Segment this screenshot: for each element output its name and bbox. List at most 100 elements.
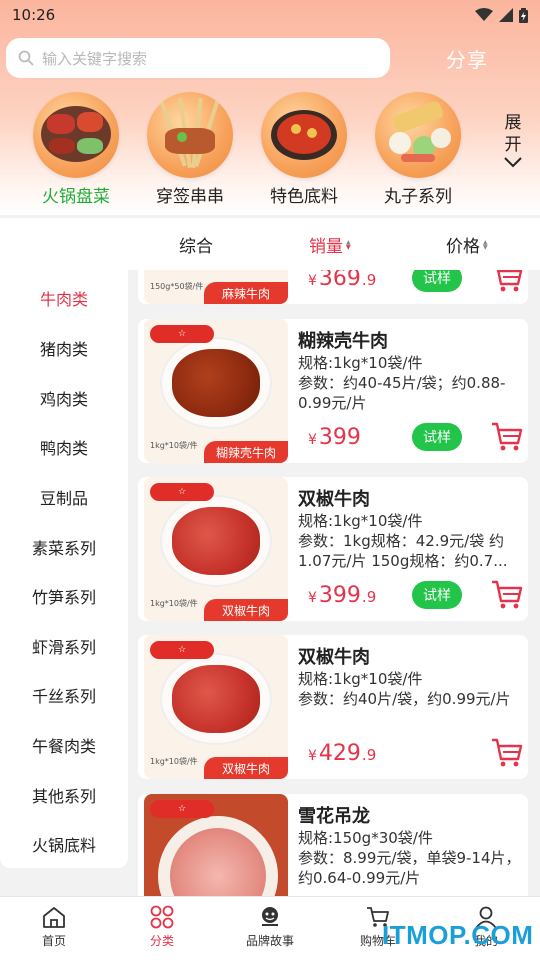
hotpot-dish-image (33, 92, 119, 178)
product-info: 双椒牛肉 规格:1kg*10袋/件 参数：1kg规格：42.9元/袋 约1.07… (298, 485, 524, 571)
category-balls[interactable]: 丸子系列 (368, 92, 468, 207)
product-info: 糊辣壳牛肉 规格:1kg*10袋/件 参数：约40-45片/袋；约0.88-0.… (298, 327, 524, 413)
trial-button[interactable]: 试样 (412, 581, 462, 609)
sidebar-item-luncheon[interactable]: 午餐肉类 (0, 733, 128, 757)
price-integer: 369 (318, 270, 361, 291)
product-image: ☆ (144, 794, 288, 896)
product-price: ¥ 399 .9 (308, 583, 376, 608)
search-input[interactable]: 输入关键字搜索 (6, 38, 390, 78)
product-price: ¥ 429 .9 (308, 741, 376, 766)
currency-symbol: ¥ (308, 748, 317, 764)
product-spec: 规格:1kg*10袋/件 (298, 670, 423, 688)
balls-image (375, 92, 461, 178)
product-image: ☆ 1kg*10袋/件 双椒牛肉 (144, 635, 288, 779)
product-spec: 规格:1kg*10袋/件 (298, 512, 423, 530)
tab-label: 分类 (149, 934, 174, 948)
currency-symbol: ¥ (308, 273, 317, 289)
category-strip: 火锅盘菜 穿签串串 特色底料 丸子系列 展 开 (0, 92, 540, 207)
sidebar-item-bamboo[interactable]: 竹笋系列 (0, 584, 128, 608)
sort-label: 价格 (446, 237, 480, 257)
sort-price[interactable]: 价格 ▲ ▼ (446, 232, 488, 257)
search-icon (18, 50, 34, 66)
search-placeholder: 输入关键字搜索 (42, 49, 148, 68)
sidebar-item-chicken[interactable]: 鸡肉类 (0, 386, 128, 410)
category-hotpot-dishes[interactable]: 火锅盘菜 (26, 92, 126, 207)
sidebar-item-beef[interactable]: 牛肉类 (0, 286, 128, 310)
sidebar-item-qiansi[interactable]: 千丝系列 (0, 683, 128, 707)
product-card[interactable]: ☆ 1kg*10袋/件 糊辣壳牛肉 糊辣壳牛肉 规格:1kg*10袋/件 参数：… (138, 319, 528, 463)
image-spec-text: 1kg*10袋/件 (150, 599, 198, 608)
sort-arrows-icon: ▲ ▼ (346, 238, 351, 251)
price-integer: 399 (318, 425, 361, 450)
price-integer: 429 (318, 741, 361, 766)
add-to-cart-icon[interactable] (490, 270, 524, 294)
product-param: 参数：1kg规格：42.9元/袋 约1.07元/片 150g规格：约0.7... (298, 532, 508, 570)
price-decimal: .9 (361, 588, 377, 606)
category-skewers[interactable]: 穿签串串 (140, 92, 240, 207)
expand-label: 开 (504, 135, 522, 155)
product-price: ¥ 399 (308, 425, 362, 450)
sidebar-item-shrimp[interactable]: 虾滑系列 (0, 634, 128, 658)
category-label: 丸子系列 (384, 187, 452, 207)
product-spec: 规格:150g*30袋/件 (298, 829, 433, 847)
image-name-tag: 麻辣牛肉 (204, 282, 288, 304)
signal-icon (499, 8, 513, 22)
product-price: ¥ 369 .9 (308, 270, 376, 291)
chevron-down-icon (504, 157, 522, 168)
image-name-tag: 糊辣壳牛肉 (204, 441, 288, 463)
add-to-cart-icon[interactable] (490, 737, 524, 769)
sidebar-item-tofu[interactable]: 豆制品 (0, 485, 128, 509)
product-card[interactable]: 150g*50袋/件 麻辣牛肉 ¥ 369 .9 试样 (138, 270, 528, 304)
product-card[interactable]: ☆ 雪花吊龙 规格:150g*30袋/件 参数：8.99元/袋，单袋9-14片，… (138, 794, 528, 896)
product-title: 双椒牛肉 (298, 647, 370, 668)
site-watermark: ITMOP.COM (382, 920, 534, 950)
sort-comprehensive[interactable]: 综合 (179, 232, 213, 257)
tab-category[interactable]: 分类 (108, 905, 216, 949)
expand-button[interactable]: 展 开 (503, 112, 523, 168)
product-param: 参数：8.99元/袋，单袋9-14片，约0.64-0.99元/片 (298, 849, 521, 887)
brand-logo: ☆ (150, 641, 214, 659)
add-to-cart-icon[interactable] (490, 421, 524, 453)
sidebar-item-vegetables[interactable]: 素菜系列 (0, 535, 128, 559)
sort-label: 综合 (179, 237, 213, 257)
tab-home[interactable]: 首页 (0, 905, 108, 949)
trial-button[interactable]: 试样 (412, 270, 462, 292)
product-card[interactable]: ☆ 1kg*10袋/件 双椒牛肉 双椒牛肉 规格:1kg*10袋/件 参数：1k… (138, 477, 528, 621)
product-title: 雪花吊龙 (298, 806, 370, 827)
category-label: 穿签串串 (156, 187, 224, 207)
currency-symbol: ¥ (308, 432, 317, 448)
category-special-base[interactable]: 特色底料 (254, 92, 354, 207)
sort-label: 销量 (309, 237, 343, 257)
wifi-icon (475, 8, 493, 21)
image-spec-text: 1kg*10袋/件 (150, 441, 198, 450)
tab-label: 首页 (41, 934, 66, 948)
product-info: 雪花吊龙 规格:150g*30袋/件 参数：8.99元/袋，单袋9-14片，约0… (298, 802, 524, 888)
status-bar: 10:26 (0, 0, 540, 30)
expand-label: 展 (504, 113, 522, 133)
sidebar-item-pork[interactable]: 猪肉类 (0, 336, 128, 360)
image-name-tag: 双椒牛肉 (204, 757, 288, 779)
tab-label: 品牌故事 (245, 934, 294, 948)
trial-button[interactable]: 试样 (412, 423, 462, 451)
product-list[interactable]: 150g*50袋/件 麻辣牛肉 ¥ 369 .9 试样 ☆ 1kg*10袋/件 … (128, 270, 540, 896)
product-spec: 规格:1kg*10袋/件 (298, 354, 423, 372)
sidebar-item-duck[interactable]: 鸭肉类 (0, 435, 128, 459)
battery-icon (519, 7, 528, 23)
sidebar-item-others[interactable]: 其他系列 (0, 783, 128, 807)
product-image: ☆ 1kg*10袋/件 双椒牛肉 (144, 477, 288, 621)
category-icon (150, 905, 174, 929)
sort-sales[interactable]: 销量 ▲ ▼ (309, 232, 351, 257)
tab-brand-story[interactable]: 品牌故事 (216, 905, 324, 949)
category-label: 特色底料 (270, 187, 338, 207)
sort-bar: 综合 销量 ▲ ▼ 价格 ▲ ▼ (0, 218, 540, 270)
image-spec-text: 150g*50袋/件 (150, 282, 204, 291)
home-icon (43, 907, 65, 928)
share-button[interactable]: 分享 (446, 44, 488, 73)
price-decimal: .9 (361, 746, 377, 764)
product-title: 糊辣壳牛肉 (298, 331, 388, 352)
product-card[interactable]: ☆ 1kg*10袋/件 双椒牛肉 双椒牛肉 规格:1kg*10袋/件 参数：约4… (138, 635, 528, 779)
status-time: 10:26 (12, 6, 56, 24)
sidebar-item-hotpot-base[interactable]: 火锅底料 (0, 832, 128, 856)
add-to-cart-icon[interactable] (490, 579, 524, 611)
brand-logo: ☆ (150, 483, 214, 501)
